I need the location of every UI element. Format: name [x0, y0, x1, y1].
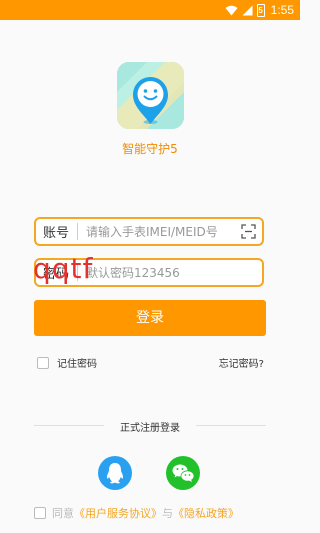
qq-icon — [106, 463, 124, 484]
account-divider — [77, 223, 78, 240]
agreement-checkbox[interactable] — [34, 507, 46, 519]
wechat-login-button[interactable] — [166, 456, 200, 490]
divider-right — [196, 425, 266, 426]
battery-icon: 5 — [256, 3, 265, 17]
password-input[interactable] — [86, 265, 236, 280]
forgot-password-link[interactable]: 忘记密码? — [219, 355, 264, 370]
remember-password[interactable]: 记住密码 — [37, 355, 97, 370]
app-name: 智能守护5 — [122, 142, 178, 156]
account-input[interactable] — [86, 224, 236, 239]
signal-icon — [242, 5, 253, 15]
agreement-and: 与 — [162, 507, 173, 520]
overlay-text: qqtf — [33, 252, 94, 285]
agreement-prefix: 同意 — [52, 507, 74, 520]
privacy-policy-link[interactable]: 《隐私政策》 — [173, 505, 239, 521]
remember-checkbox[interactable] — [37, 356, 49, 369]
user-agreement-link[interactable]: 《用户服务协议》 — [74, 505, 162, 521]
scan-icon[interactable] — [241, 224, 256, 239]
login-button[interactable]: 登录 — [34, 300, 266, 336]
wechat-icon — [172, 464, 195, 482]
app-logo — [117, 62, 184, 129]
wifi-icon — [225, 5, 238, 15]
register-title: 正式注册登录 — [120, 423, 180, 434]
remember-label: 记住密码 — [57, 359, 97, 370]
account-label: 账号 — [43, 226, 70, 241]
qq-login-button[interactable] — [98, 456, 132, 490]
account-field[interactable]: 账号 — [34, 217, 264, 246]
agreement-row: 同意 《用户服务协议》 与 《隐私政策》 — [34, 505, 239, 521]
status-bar: 5 1:55 — [0, 0, 300, 20]
clock: 1:55 — [270, 3, 294, 17]
battery-level: 5 — [258, 5, 263, 15]
